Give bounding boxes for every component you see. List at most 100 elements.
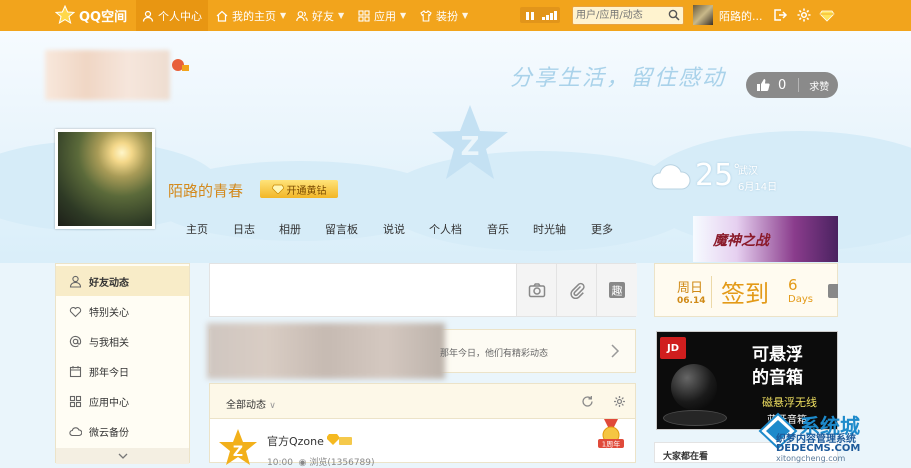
checkin-days-count: 6 (788, 276, 798, 294)
nav-apps[interactable]: 应用 ▼ (358, 0, 406, 31)
attach-link-button[interactable] (556, 264, 597, 316)
chevron-down-icon (118, 453, 127, 459)
post-meta: 10:00 ◉ 浏览(1356789) (267, 455, 375, 468)
home-icon (216, 10, 228, 22)
tab-more[interactable]: 更多 (591, 221, 613, 237)
sidebar-item-label: 那年今日 (89, 367, 129, 379)
sidebar-item-label: 微云备份 (89, 427, 129, 439)
fun-icon: 趣 (609, 282, 625, 298)
qzone-star-icon (55, 5, 75, 25)
qzone-logo[interactable]: QQ空间 (55, 4, 127, 26)
tab-blog[interactable]: 日志 (233, 221, 255, 237)
tab-shuoshuo[interactable]: 说说 (383, 221, 405, 237)
paperclip-icon (570, 282, 585, 299)
checkin-days-label: Days (788, 294, 813, 305)
logout-icon[interactable] (772, 7, 788, 23)
feed-header: 全部动态 ∨ (210, 384, 635, 419)
tab-home[interactable]: 主页 (186, 221, 208, 237)
fun-button[interactable]: 趣 (596, 264, 637, 316)
like-request-label: 求赞 (809, 81, 830, 93)
qzone-official-avatar-icon[interactable]: Z (218, 429, 258, 465)
username[interactable]: 陌路的... (719, 8, 763, 24)
sidebar-item-app-center[interactable]: 应用中心 (56, 386, 189, 416)
jd-logo: JD (660, 337, 686, 359)
yellow-diamond-badge-icon (327, 434, 352, 445)
sidebar-item-label: 特别关心 (89, 307, 129, 319)
heart-icon (69, 306, 82, 317)
tab-timeline[interactable]: 时光轴 (533, 221, 566, 237)
gear-icon[interactable] (796, 7, 812, 23)
chevron-down-icon: ▼ (400, 11, 407, 20)
temperature: 25° (695, 158, 741, 193)
refresh-icon[interactable] (581, 395, 594, 408)
calendar-icon (69, 365, 82, 377)
notice-text: 那年今日，他们有精彩动态 (440, 349, 549, 359)
camera-icon (528, 283, 546, 298)
divider (711, 276, 712, 308)
checkin-label: 签到 (721, 280, 769, 308)
signal-indicator[interactable] (520, 7, 560, 23)
game-ad-banner[interactable]: 魔神之战 (693, 216, 838, 262)
checkin-weekday: 周日 (677, 281, 704, 296)
sidebar-item-cloud-backup[interactable]: 微云备份 (56, 416, 189, 446)
trending-title: 大家都在看 (663, 452, 709, 462)
sidebar-item-related-to-me[interactable]: 与我相关 (56, 326, 189, 356)
sidebar-item-label: 好友动态 (89, 277, 129, 289)
watermark-line-3: DEDECMS.COM (776, 443, 861, 454)
tab-album[interactable]: 相册 (279, 221, 301, 237)
friends-icon (69, 275, 82, 288)
composer-input-area[interactable] (210, 264, 516, 316)
nav-friends[interactable]: 好友 ▼ (296, 0, 344, 31)
gear-icon[interactable] (613, 395, 626, 408)
diamond-icon[interactable] (819, 7, 835, 23)
grid-icon (69, 395, 82, 407)
checkin-button[interactable]: 周日 06.14 签到 6 Days (654, 263, 838, 317)
vip-label: 开通黄钻 (286, 185, 327, 197)
sidebar-item-label: 与我相关 (89, 337, 129, 349)
chevron-right-icon[interactable] (610, 344, 620, 358)
brand-label: QQ空间 (79, 9, 128, 25)
feed-filter-label: 全部动态 (226, 400, 266, 411)
nav-personal-center[interactable]: 个人中心 (136, 0, 208, 31)
grid-icon (358, 9, 370, 22)
search-box[interactable] (572, 6, 684, 25)
diamond-icon (271, 184, 284, 194)
search-input[interactable] (576, 8, 664, 23)
search-icon[interactable] (668, 9, 680, 21)
svg-text:趣: 趣 (612, 284, 623, 298)
gift-icon[interactable] (171, 58, 189, 72)
watermark-line-4: xitongcheng.com (776, 454, 846, 463)
post-author[interactable]: 官方Qzone (267, 433, 324, 449)
friends-icon (296, 10, 308, 21)
sidebar-expand-button[interactable] (56, 448, 189, 464)
tab-music[interactable]: 音乐 (487, 221, 509, 237)
nav-label: 我的主页 (232, 9, 276, 23)
profile-name[interactable]: 陌路的青春 (168, 180, 243, 201)
tab-profile[interactable]: 个人档 (429, 221, 462, 237)
sidebar-item-special-care[interactable]: 特别关心 (56, 296, 189, 326)
qzone-star-watermark-icon: Z (432, 105, 508, 179)
top-navigation-bar: QQ空间 个人中心 我的主页 ▼ 好友 ▼ 应用 ▼ 装扮 ▼ 陌路的... (0, 0, 911, 31)
chevron-down-icon: ▼ (462, 11, 469, 20)
ad-headline-2: 的音箱 (752, 368, 803, 388)
open-vip-button[interactable]: 开通黄钻 (260, 180, 338, 198)
cloud-weather-icon (651, 164, 691, 190)
user-avatar[interactable] (693, 5, 713, 25)
weather-date: 6月14日 (738, 182, 778, 193)
profile-avatar[interactable] (55, 129, 155, 229)
photo-button[interactable] (516, 264, 557, 316)
sidebar-item-on-this-day[interactable]: 那年今日 (56, 356, 189, 386)
nav-decorate[interactable]: 装扮 ▼ (420, 0, 468, 31)
ad-headline-1: 可悬浮 (752, 345, 803, 365)
tab-message-board[interactable]: 留言板 (325, 221, 358, 237)
checkin-date: 06.14 (677, 296, 706, 306)
sidebar-item-friend-feed[interactable]: 好友动态 (56, 266, 189, 296)
nav-label: 个人中心 (158, 9, 202, 23)
feed-filter-dropdown[interactable]: 全部动态 ∨ (226, 396, 276, 411)
nav-my-homepage[interactable]: 我的主页 ▼ (216, 0, 286, 31)
banner-slogan: 分享生活，留住感动 (510, 66, 727, 91)
ad-subline-1: 磁悬浮无线 (762, 396, 817, 409)
like-button[interactable]: 0 求赞 (746, 72, 838, 98)
checkin-side-tab[interactable] (828, 284, 838, 298)
anniversary-medal-icon: 1周年 (598, 419, 624, 449)
